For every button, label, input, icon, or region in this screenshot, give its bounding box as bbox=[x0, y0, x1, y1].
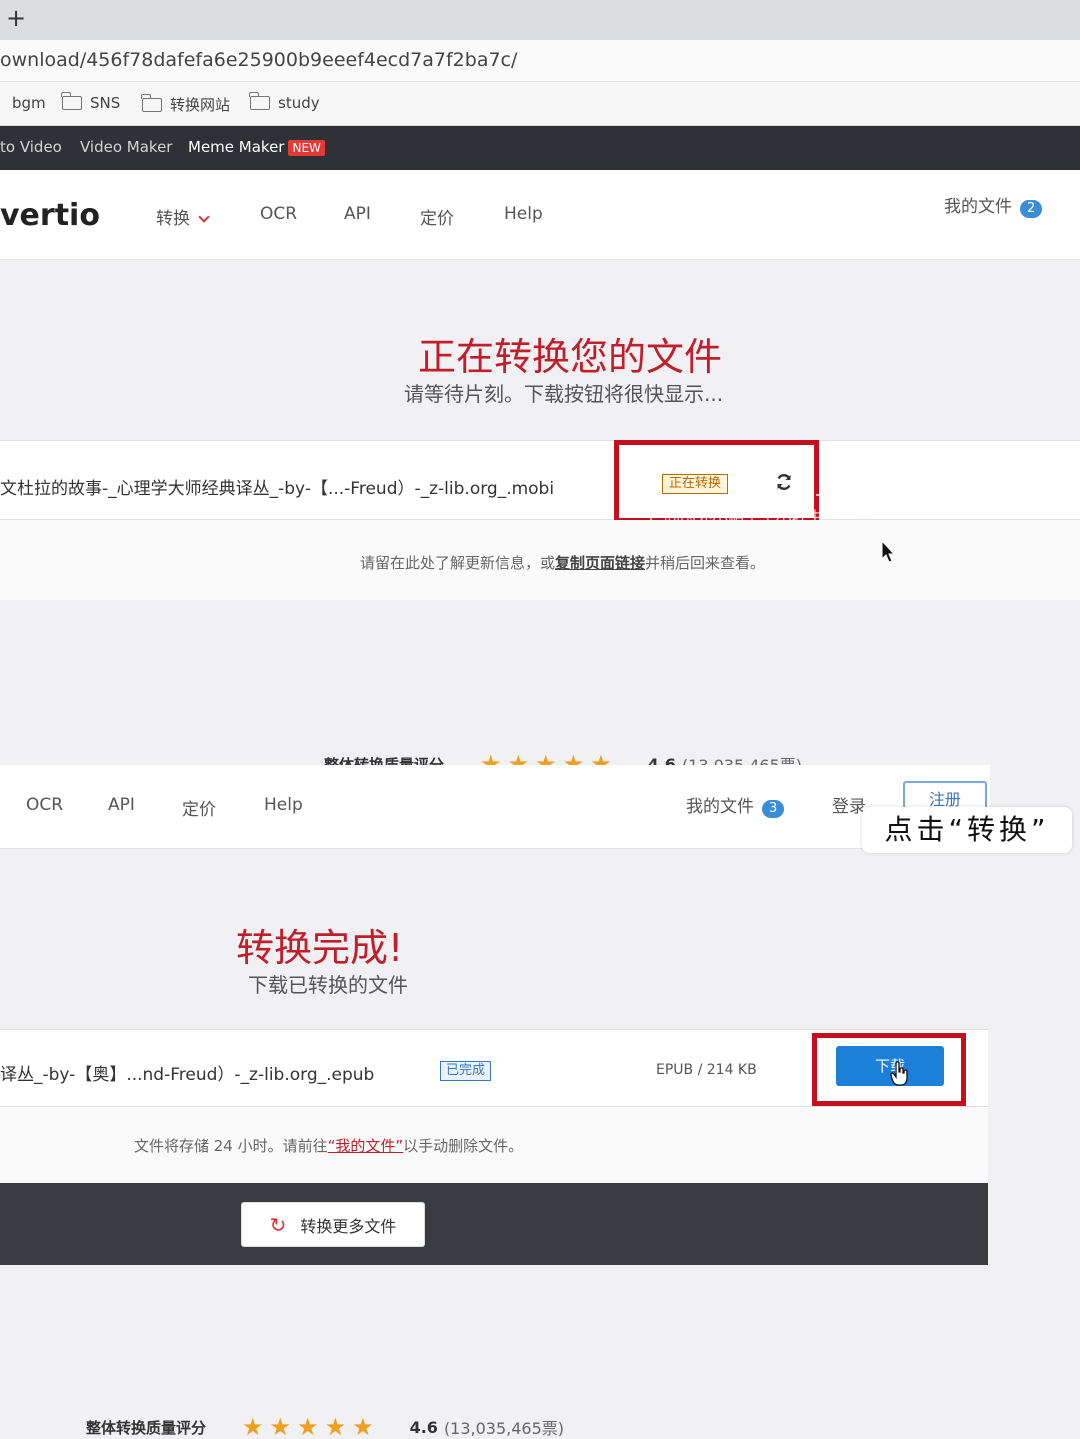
browser-tab-bar: + bbox=[0, 0, 1080, 40]
my-files-label: 我的文件 bbox=[944, 197, 1012, 217]
info-text: 文件将存储 24 小时。请前往“我的文件”以手动删除文件。 bbox=[134, 1135, 523, 1156]
nav-label: 转换 bbox=[156, 209, 190, 229]
rating-label: 整体转换质量评分 bbox=[324, 755, 445, 766]
status-badge: 已完成 bbox=[440, 1061, 492, 1081]
nav-ocr[interactable]: OCR bbox=[260, 204, 297, 224]
convert-more-label: 转换更多文件 bbox=[300, 1216, 397, 1236]
file-row: 文杜拉的故事-_心理学大师经典译丛_-by-【...-Freud）-_z-lib… bbox=[0, 440, 1080, 520]
nav-api[interactable]: API bbox=[108, 795, 135, 815]
highlight-box bbox=[812, 1033, 966, 1106]
action-band bbox=[0, 1183, 988, 1265]
rating-score: 4.6 bbox=[409, 1417, 438, 1437]
file-name: 文杜拉的故事-_心理学大师经典译丛_-by-【...-Freud）-_z-lib… bbox=[0, 479, 555, 499]
converting-screenshot: + ownload/456f78dafefa6e25900b9eeef4ecd7… bbox=[0, 0, 1080, 765]
bookmark-label: SNS bbox=[90, 94, 121, 112]
url-text[interactable]: ownload/456f78dafefa6e25900b9eeef4ecd7a7… bbox=[0, 49, 517, 71]
completed-screenshot: OCR API 定价 Help 我的文件 3 登录 注册 点击“转换” 转换完成!… bbox=[0, 765, 1080, 1439]
refresh-icon: ↻ bbox=[269, 1212, 287, 1237]
rating-score: 4.6 bbox=[647, 754, 676, 766]
login-link[interactable]: 登录 bbox=[832, 792, 866, 817]
nav-ocr[interactable]: OCR bbox=[26, 795, 63, 815]
new-tab-button[interactable]: + bbox=[6, 4, 26, 32]
tool-label: Meme Maker bbox=[188, 138, 285, 156]
rating-votes: (13,035,465票) bbox=[682, 752, 802, 765]
bookmark-convert-sites[interactable]: 转换网站 bbox=[141, 93, 231, 115]
tool-meme-maker[interactable]: Meme Maker NEW bbox=[188, 138, 325, 156]
mouse-cursor-icon bbox=[881, 540, 896, 563]
info-panel: 文件将存储 24 小时。请前往“我的文件”以手动删除文件。 bbox=[0, 1107, 988, 1183]
file-size: EPUB / 214 KB bbox=[656, 1062, 757, 1078]
page-subtitle: 下载已转换的文件 bbox=[248, 973, 408, 997]
nav-pricing[interactable]: 定价 bbox=[182, 795, 216, 820]
page-subtitle: 请等待片刻。下载按钮将很快显示... bbox=[404, 382, 724, 406]
bookmark-study[interactable]: study bbox=[249, 92, 320, 112]
page-title: 转换完成! bbox=[236, 926, 404, 970]
my-files-count-badge: 3 bbox=[762, 800, 785, 818]
copy-link[interactable]: 复制页面链接 bbox=[555, 554, 645, 572]
my-files-link[interactable]: 我的文件 3 bbox=[686, 792, 785, 818]
new-badge: NEW bbox=[288, 140, 325, 156]
file-name: 译丛_-by-【奥】...nd-Freud）-_z-lib.org_.epub bbox=[0, 1065, 375, 1085]
info-suffix: 以手动删除文件。 bbox=[403, 1137, 524, 1155]
address-bar[interactable]: ownload/456f78dafefa6e25900b9eeef4ecd7a7… bbox=[0, 40, 1080, 82]
folder-icon bbox=[249, 92, 270, 110]
info-prefix: 文件将存储 24 小时。请前往 bbox=[134, 1137, 328, 1155]
bookmark-sns[interactable]: SNS bbox=[61, 92, 121, 112]
nav-api[interactable]: API bbox=[344, 204, 371, 224]
nav-pricing[interactable]: 定价 bbox=[420, 204, 454, 229]
site-logo[interactable]: vertio bbox=[0, 198, 100, 233]
rating-summary: 整体转换质量评分 ★★★★★ 4.6 (13,035,465票) bbox=[86, 1413, 564, 1439]
folder-icon bbox=[61, 92, 82, 110]
chevron-down-icon bbox=[198, 211, 210, 223]
nav-help[interactable]: Help bbox=[504, 204, 543, 224]
bookmark-label: study bbox=[278, 94, 320, 112]
star-rating-icon: ★★★★★ bbox=[242, 1413, 380, 1439]
page-title: 正在转换您的文件 bbox=[418, 335, 723, 379]
folder-icon bbox=[141, 93, 162, 112]
info-text: 请留在此处了解更新信息，或复制页面链接并稍后回来查看。 bbox=[360, 552, 765, 573]
rating-label: 整体转换质量评分 bbox=[86, 1418, 207, 1437]
star-rating-icon: ★★★★★ bbox=[480, 750, 618, 765]
instruction-callout: 点击“转换” bbox=[862, 807, 1072, 853]
bookmark-bgm[interactable]: bgm bbox=[12, 94, 46, 112]
my-files-link[interactable]: 我的文件 2 bbox=[944, 192, 1043, 218]
convert-more-button[interactable]: ↻ 转换更多文件 bbox=[241, 1202, 425, 1247]
info-panel: 请留在此处了解更新信息，或复制页面链接并稍后回来查看。 bbox=[0, 520, 1080, 600]
site-header: vertio 转换 OCR API 定价 Help 我的文件 2 bbox=[0, 170, 1080, 260]
bookmark-label: bgm bbox=[12, 94, 46, 112]
site-header: OCR API 定价 Help 我的文件 3 登录 bbox=[0, 765, 990, 849]
my-files-inline-link[interactable]: “我的文件” bbox=[328, 1137, 404, 1155]
info-suffix: 并稍后回来查看。 bbox=[645, 554, 766, 572]
rating-summary: 整体转换质量评分 ★★★★★ 4.6 (13,035,465票) bbox=[324, 750, 802, 765]
rating-votes: (13,035,465票) bbox=[443, 1419, 565, 1438]
info-prefix: 请留在此处了解更新信息，或 bbox=[360, 554, 556, 572]
nav-help[interactable]: Help bbox=[264, 795, 303, 815]
my-files-count-badge: 2 bbox=[1020, 200, 1043, 218]
tool-video-maker[interactable]: Video Maker bbox=[80, 138, 172, 156]
nav-convert[interactable]: 转换 bbox=[156, 204, 210, 229]
bookmark-label: 转换网站 bbox=[170, 96, 231, 114]
site-tools-bar: to Video Video Maker Meme Maker NEW bbox=[0, 126, 1080, 170]
my-files-label: 我的文件 bbox=[686, 797, 754, 817]
bookmarks-bar: bgm SNS 转换网站 study bbox=[0, 82, 1080, 126]
tool-to-video[interactable]: to Video bbox=[0, 138, 62, 156]
